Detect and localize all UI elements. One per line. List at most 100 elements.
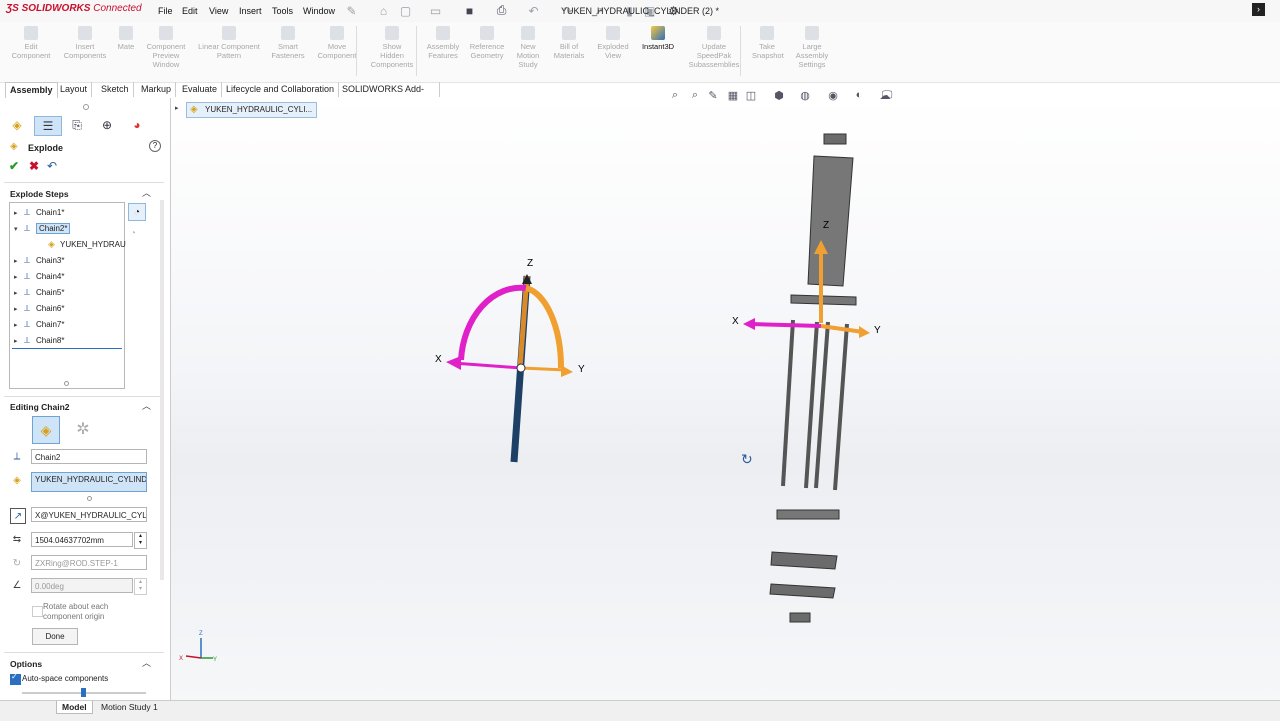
panel-splitter-handle[interactable]: [83, 104, 89, 110]
cylinder-top-cap[interactable]: [823, 133, 847, 145]
step-name-field[interactable]: Chain2: [31, 449, 147, 464]
head-plate[interactable]: [790, 294, 857, 306]
panel-scrollbar[interactable]: [160, 200, 164, 580]
cmd-button-0[interactable]: Edit Component: [8, 26, 54, 60]
cmd-button-8[interactable]: Assembly Features: [424, 26, 462, 60]
direction-arrow-icon[interactable]: ↗: [10, 508, 26, 524]
direction-field[interactable]: X@YUKEN_HYDRAULIC_CYLINE: [31, 507, 147, 522]
property-manager-tab-icon[interactable]: ☰: [34, 116, 62, 136]
done-button[interactable]: Done: [32, 628, 78, 645]
step-history-icon[interactable]: ◔: [128, 203, 146, 221]
expand-arrow-icon[interactable]: ▸: [14, 303, 24, 317]
cylinder-barrel[interactable]: [807, 155, 854, 287]
feature-manager-tab-icon[interactable]: ◈: [4, 116, 30, 134]
hydraulic-cylinder-model[interactable]: Z X Y: [732, 133, 881, 623]
regular-step-button[interactable]: ◈: [32, 416, 60, 444]
tab-layout[interactable]: Layout: [56, 82, 93, 97]
cmd-button-15[interactable]: Take Snapshot: [752, 26, 784, 60]
rotate-origin-checkbox[interactable]: [32, 606, 43, 617]
angle-field[interactable]: 0.00deg: [31, 578, 133, 593]
x-axis-arrow[interactable]: [452, 361, 522, 370]
radial-step-button[interactable]: ✲: [70, 416, 96, 442]
cmd-button-10[interactable]: New Motion Study: [510, 26, 546, 69]
cmd-button-icon: [436, 26, 450, 40]
rod-plate[interactable]: [776, 509, 840, 520]
x-translate-arrow[interactable]: [750, 322, 822, 328]
tie-rod-2[interactable]: [804, 321, 819, 489]
gland-2[interactable]: [769, 583, 836, 599]
explode-step-item[interactable]: ▸ ⟂ Chain3*: [14, 253, 64, 267]
cmd-button-3[interactable]: Component Preview Window: [142, 26, 190, 69]
tree-component-item[interactable]: ◈ YUKEN_HYDRAU: [48, 237, 126, 251]
end-nut[interactable]: [789, 612, 811, 623]
expand-arrow-icon[interactable]: ▸: [14, 335, 24, 349]
tab-addins[interactable]: SOLIDWORKS Add-Ins: [338, 82, 440, 109]
xz-rotation-ring[interactable]: [458, 284, 527, 361]
expand-arrow-icon[interactable]: ▸: [14, 271, 24, 285]
undo-step-icon[interactable]: ↶: [47, 159, 57, 173]
cmd-button-5[interactable]: Smart Fasteners: [270, 26, 306, 60]
configuration-manager-tab-icon[interactable]: ⎘: [64, 116, 90, 134]
cmd-button-12[interactable]: Exploded View: [592, 26, 634, 60]
tab-motion-study[interactable]: Motion Study 1: [96, 701, 163, 713]
expand-arrow-icon[interactable]: ▸: [14, 287, 24, 301]
rotation-axis-field[interactable]: ZXRing@ROD.STEP-1: [31, 555, 147, 570]
cmd-button-13[interactable]: Instant3D: [636, 26, 680, 51]
explode-step-item[interactable]: ▸ ⟂ Chain4*: [14, 269, 64, 283]
cmd-button-7[interactable]: Show Hidden Components: [368, 26, 416, 69]
cmd-button-label: Reference Geometry: [469, 42, 505, 60]
explode-rotation-triad[interactable]: Z X Y: [435, 258, 585, 463]
y-axis-arrow[interactable]: [520, 366, 567, 372]
collapse-options-icon[interactable]: ︿: [142, 656, 151, 669]
spacing-slider-thumb[interactable]: [81, 688, 86, 697]
cmd-button-2[interactable]: Mate: [116, 26, 136, 51]
collapse-explode-steps-icon[interactable]: ︿: [142, 186, 151, 199]
explode-step-item[interactable]: ▸ ⟂ Chain6*: [14, 301, 64, 315]
distance-field[interactable]: 1504.04637702mm: [31, 532, 133, 547]
cmd-button-label: Edit Component: [11, 42, 51, 60]
explode-step-item[interactable]: ▸ ⟂ Chain1*: [14, 205, 64, 219]
tab-lifecycle[interactable]: Lifecycle and Collaboration: [222, 82, 340, 97]
collapse-arrow-icon[interactable]: ▾: [14, 223, 24, 237]
tie-rod-3[interactable]: [814, 321, 830, 489]
explode-step-item[interactable]: ▸ ⟂ Chain5*: [14, 285, 64, 299]
tie-rod-1[interactable]: [781, 319, 795, 487]
expand-panel-icon[interactable]: ›: [1252, 3, 1265, 16]
cmd-button-14[interactable]: Update SpeedPak Subassemblies: [686, 26, 742, 69]
collapse-editing-icon[interactable]: ︿: [142, 399, 151, 412]
ok-check-icon[interactable]: ✔: [9, 159, 19, 173]
triad-origin[interactable]: [516, 363, 526, 373]
yz-rotation-ring[interactable]: [525, 285, 565, 369]
dimxpert-tab-icon[interactable]: ⊕: [94, 116, 120, 134]
explode-step-item[interactable]: ▾ ⟂ Chain2*: [14, 221, 71, 237]
model-canvas[interactable]: Z X Y Z X Y ↻ Z X Y: [171, 98, 1280, 700]
tab-evaluate[interactable]: Evaluate: [178, 82, 223, 97]
angle-spinner[interactable]: ▴ ▾: [134, 578, 147, 595]
cmd-button-1[interactable]: Insert Components: [62, 26, 108, 60]
tab-assembly[interactable]: Assembly: [5, 82, 58, 98]
explode-step-item[interactable]: ▸ ⟂ Chain8*: [14, 333, 64, 347]
cancel-x-icon[interactable]: ✖: [29, 159, 39, 173]
explode-step-icon: ⟂: [24, 223, 31, 233]
field-resize-handle[interactable]: [87, 496, 92, 501]
components-field[interactable]: YUKEN_HYDRAULIC_CYLINDER: [31, 472, 147, 492]
cmd-button-6[interactable]: Move Component: [314, 26, 360, 60]
expand-arrow-icon[interactable]: ▸: [14, 319, 24, 333]
tab-model[interactable]: Model: [56, 701, 93, 714]
gland-1[interactable]: [770, 551, 838, 570]
explode-step-item[interactable]: ▸ ⟂ Chain7*: [14, 317, 64, 331]
cmd-button-4[interactable]: Linear Component Pattern: [192, 26, 266, 60]
expand-arrow-icon[interactable]: ▸: [14, 207, 24, 221]
cmd-separator: [416, 26, 417, 76]
distance-spinner[interactable]: ▴ ▾: [134, 532, 147, 549]
tie-rod-4[interactable]: [833, 323, 849, 491]
expand-arrow-icon[interactable]: ▸: [14, 255, 24, 269]
tree-resize-handle[interactable]: [64, 381, 69, 386]
cmd-button-11[interactable]: Bill of Materials: [552, 26, 586, 60]
tab-sketch[interactable]: Sketch: [97, 82, 134, 97]
tab-markup[interactable]: Markup: [137, 82, 177, 97]
cmd-button-9[interactable]: Reference Geometry: [466, 26, 508, 60]
cmd-button-16[interactable]: Large Assembly Settings: [790, 26, 834, 69]
help-icon[interactable]: ?: [149, 140, 161, 152]
display-manager-tab-icon[interactable]: ◕: [124, 116, 150, 134]
